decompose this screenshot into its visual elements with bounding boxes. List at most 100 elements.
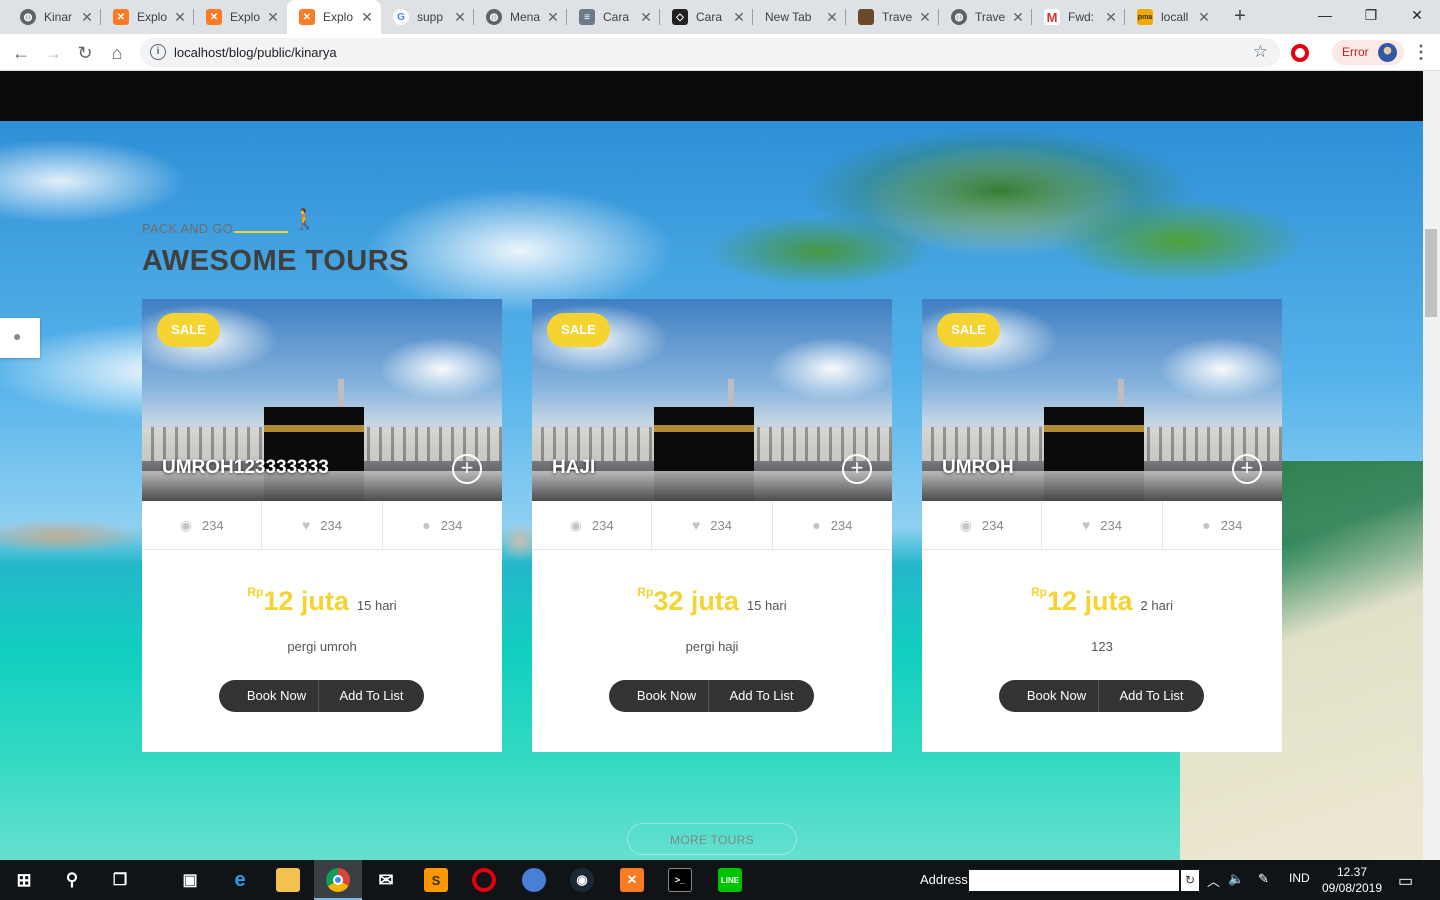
sale-badge: SALE [547, 313, 610, 347]
search-icon[interactable]: ⚲ [60, 868, 84, 892]
tour-name[interactable]: UMROH [942, 457, 1014, 479]
minimize-button[interactable]: — [1302, 0, 1348, 30]
comments-stat[interactable]: ● 234 [1161, 501, 1282, 549]
plus-icon[interactable]: + [1232, 454, 1262, 484]
close-icon[interactable]: ✕ [172, 9, 188, 26]
close-icon[interactable]: ✕ [1103, 9, 1119, 26]
tab-strip: ◍ Kinar ✕ ✕ Explo ✕ ✕ Explo ✕ ✕ Explo ✕ … [0, 0, 1440, 34]
new-tab-button[interactable]: + [1228, 4, 1252, 28]
likes-stat[interactable]: ♥ 234 [651, 501, 771, 549]
browser-tab-5[interactable]: ◍ Mena ✕ [474, 0, 567, 34]
page-scrollbar[interactable] [1423, 71, 1440, 860]
close-icon[interactable]: ✕ [359, 9, 375, 26]
xampp-icon: ✕ [299, 9, 315, 25]
reload-button[interactable]: ↻ [71, 39, 99, 67]
browser-tab-4[interactable]: G supp ✕ [381, 0, 474, 34]
back-button[interactable]: ← [7, 39, 35, 67]
views-count: 234 [201, 517, 224, 533]
plus-icon[interactable]: + [842, 454, 872, 484]
address-bar[interactable]: i localhost/blog/public/kinarya ☆ [140, 38, 1280, 67]
sublime-text-icon[interactable]: S [424, 868, 448, 892]
store-icon[interactable]: ▣ [178, 868, 202, 892]
browser-tab-0[interactable]: ◍ Kinar ✕ [8, 0, 101, 34]
browser-tab-6[interactable]: ≡ Cara ✕ [567, 0, 660, 34]
tour-name[interactable]: HAJI [552, 457, 595, 479]
tour-photo[interactable]: SALE UMROH123333333 + [142, 299, 502, 501]
line-icon[interactable]: LINE [718, 868, 742, 892]
file-explorer-icon[interactable] [276, 868, 300, 892]
window-close-button[interactable]: ✕ [1394, 0, 1440, 30]
side-settings-tab[interactable]: ● [0, 318, 40, 358]
close-icon[interactable]: ✕ [638, 9, 654, 26]
book-now-button[interactable]: Book Now [999, 680, 1098, 712]
pen-icon[interactable]: ✎ [1258, 871, 1269, 887]
close-icon[interactable]: ✕ [265, 9, 281, 26]
scrollbar-thumb[interactable] [1425, 229, 1437, 317]
windows-taskbar: ⊞ ⚲ ❐ ▣ e ✉ S ◉ ✕ >_ LINE Address ↻ ︿ 🔈 … [0, 860, 1440, 900]
taskbar-clock[interactable]: 12.37 09/08/2019 [1316, 864, 1388, 896]
close-icon[interactable]: ✕ [824, 9, 840, 26]
close-icon[interactable]: ✕ [545, 9, 561, 26]
chrome-menu-icon[interactable]: ⋮ [1412, 42, 1430, 63]
close-icon[interactable]: ✕ [917, 9, 933, 26]
language-indicator[interactable]: IND [1289, 871, 1310, 885]
chromium-icon[interactable] [522, 868, 546, 892]
xampp-icon[interactable]: ✕ [620, 868, 644, 892]
db-icon: ≡ [579, 9, 595, 25]
bookmark-star-icon[interactable]: ☆ [1253, 42, 1268, 62]
browser-tab-10[interactable]: ◍ Trave ✕ [939, 0, 1032, 34]
browser-tab-1[interactable]: ✕ Explo ✕ [101, 0, 194, 34]
chrome-icon[interactable] [326, 868, 350, 892]
refresh-icon[interactable]: ↻ [1181, 870, 1199, 891]
tour-card: SALE UMROH + ◉ 234 ♥ 234 ● 234 Rp12 juta 2 h… [922, 299, 1282, 752]
notification-icon[interactable]: ▭ [1398, 871, 1413, 891]
add-to-list-button[interactable]: Add To List [1098, 680, 1204, 712]
home-button[interactable]: ⌂ [103, 39, 131, 67]
add-to-list-button[interactable]: Add To List [708, 680, 814, 712]
tab-title: Trave [975, 10, 1006, 24]
likes-stat[interactable]: ♥ 234 [1041, 501, 1161, 549]
mail-icon[interactable]: ✉ [374, 868, 398, 892]
edge-icon[interactable]: e [228, 868, 252, 892]
profile-error-button[interactable]: Error [1332, 40, 1404, 65]
tour-name[interactable]: UMROH123333333 [162, 457, 329, 479]
opera-extension-icon[interactable] [1291, 44, 1309, 62]
comments-stat[interactable]: ● 234 [771, 501, 892, 549]
browser-tab-7[interactable]: ◇ Cara ✕ [660, 0, 753, 34]
comments-stat[interactable]: ● 234 [381, 501, 502, 549]
restore-button[interactable]: ❐ [1348, 0, 1394, 30]
windows-start-icon[interactable]: ⊞ [12, 868, 36, 892]
forward-button[interactable]: → [39, 39, 67, 67]
book-now-button[interactable]: Book Now [219, 680, 318, 712]
close-icon[interactable]: ✕ [731, 9, 747, 26]
opera-icon[interactable] [472, 868, 496, 892]
close-icon[interactable]: ✕ [1196, 9, 1212, 26]
url-text[interactable]: localhost/blog/public/kinarya [174, 45, 337, 60]
tour-photo[interactable]: SALE HAJI + [532, 299, 892, 501]
browser-tab-3-active[interactable]: ✕ Explo ✕ [287, 0, 381, 34]
browser-tab-2[interactable]: ✕ Explo ✕ [194, 0, 287, 34]
steam-icon[interactable]: ◉ [570, 868, 594, 892]
plus-icon[interactable]: + [452, 454, 482, 484]
browser-tab-9[interactable]: Trave ✕ [846, 0, 939, 34]
close-icon[interactable]: ✕ [1010, 9, 1026, 26]
likes-stat[interactable]: ♥ 234 [261, 501, 381, 549]
info-icon[interactable]: i [150, 44, 166, 60]
terminal-icon[interactable]: >_ [668, 868, 692, 892]
browser-tab-11[interactable]: M Fwd: ✕ [1032, 0, 1125, 34]
more-tours-button[interactable]: MORE TOURS [627, 823, 797, 855]
add-to-list-button[interactable]: Add To List [318, 680, 424, 712]
book-now-button[interactable]: Book Now [609, 680, 708, 712]
close-icon[interactable]: ✕ [79, 9, 95, 26]
tour-photo[interactable]: SALE UMROH + [922, 299, 1282, 501]
globe-icon: ◍ [20, 9, 36, 25]
browser-tab-8[interactable]: New Tab ✕ [753, 0, 846, 34]
browser-toolbar: ← → ↻ ⌂ i localhost/blog/public/kinarya … [0, 34, 1440, 71]
chevron-up-icon[interactable]: ︿ [1207, 871, 1220, 890]
task-view-icon[interactable]: ❐ [108, 868, 132, 892]
likes-count: 234 [320, 517, 342, 533]
close-icon[interactable]: ✕ [452, 9, 468, 26]
taskbar-address-input[interactable] [969, 870, 1179, 891]
volume-icon[interactable]: 🔈 [1228, 871, 1244, 887]
browser-tab-12[interactable]: pma locall ✕ [1125, 0, 1218, 34]
